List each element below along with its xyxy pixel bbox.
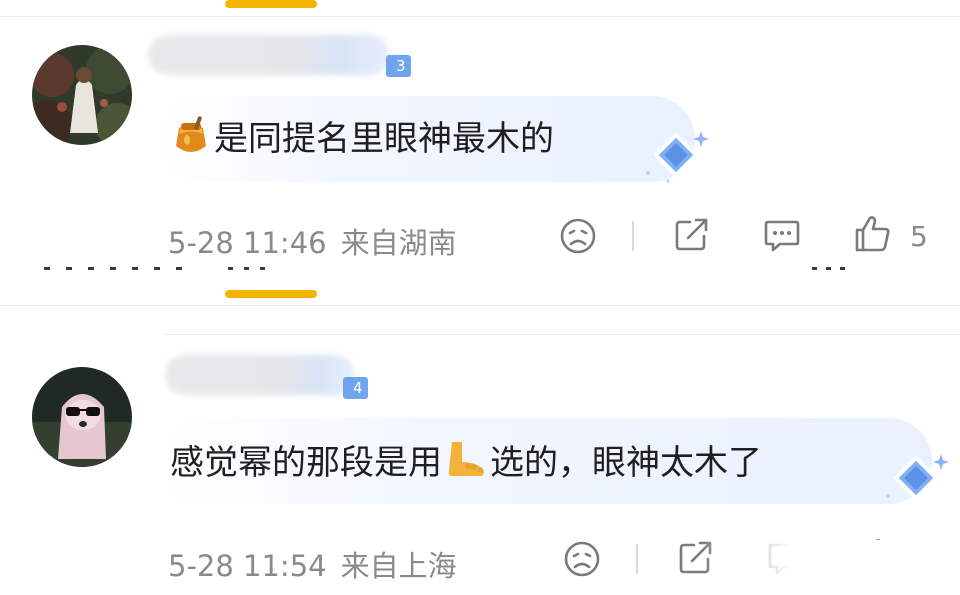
dislike-sad-icon[interactable] (556, 214, 600, 258)
username-blurred[interactable] (165, 355, 355, 395)
foot-icon (444, 440, 488, 489)
comment-meta: 5-28 11:54 来自上海 (168, 543, 457, 585)
level-value: 3 (396, 57, 406, 75)
user-avatar[interactable] (32, 45, 132, 145)
comment-divider (165, 334, 960, 335)
username-blurred[interactable] (148, 35, 390, 75)
level-value: 4 (353, 379, 363, 397)
avatar-image (32, 45, 132, 145)
action-separator (632, 221, 634, 251)
comment-location: 来自上海 (340, 549, 457, 583)
honey-pot-icon (172, 116, 210, 165)
tab-indicator-top (225, 0, 317, 8)
share-icon[interactable] (670, 212, 714, 256)
dislike-sad-icon[interactable] (560, 537, 604, 581)
watermark-fade-overlay (700, 540, 960, 595)
comment-text: 感觉幂的那段是用 选的，眼神太木了 (170, 440, 762, 489)
comment-location: 来自湖南 (340, 226, 457, 260)
comment-text: 是同提名里眼神最木的 (172, 116, 554, 165)
comment-body: 是同提名里眼神最木的 (214, 119, 554, 159)
bubble-diamond-decoration-icon (886, 454, 949, 501)
avatar-image (32, 367, 132, 467)
comment-time: 5-28 11:54 (168, 549, 327, 583)
top-divider (0, 16, 960, 17)
bubble-diamond-decoration-icon (646, 131, 709, 183)
tab-indicator-middle (225, 290, 317, 298)
action-separator (636, 544, 638, 574)
scroll-artifact-row (0, 264, 960, 272)
user-level-badge: 3 (386, 55, 411, 77)
comment-time: 5-28 11:46 (168, 226, 327, 260)
comment-body-start: 感觉幂的那段是用 (170, 443, 442, 483)
comment-reply-icon[interactable] (760, 212, 804, 256)
section-divider (0, 305, 960, 306)
like-thumb-icon[interactable] (850, 212, 894, 256)
user-level-badge: 4 (343, 377, 368, 399)
comment-body-end: 选的，眼神太木了 (490, 443, 762, 483)
like-count: 5 (910, 220, 928, 253)
comment-meta: 5-28 11:46 来自湖南 (168, 220, 457, 262)
user-avatar[interactable] (32, 367, 132, 467)
